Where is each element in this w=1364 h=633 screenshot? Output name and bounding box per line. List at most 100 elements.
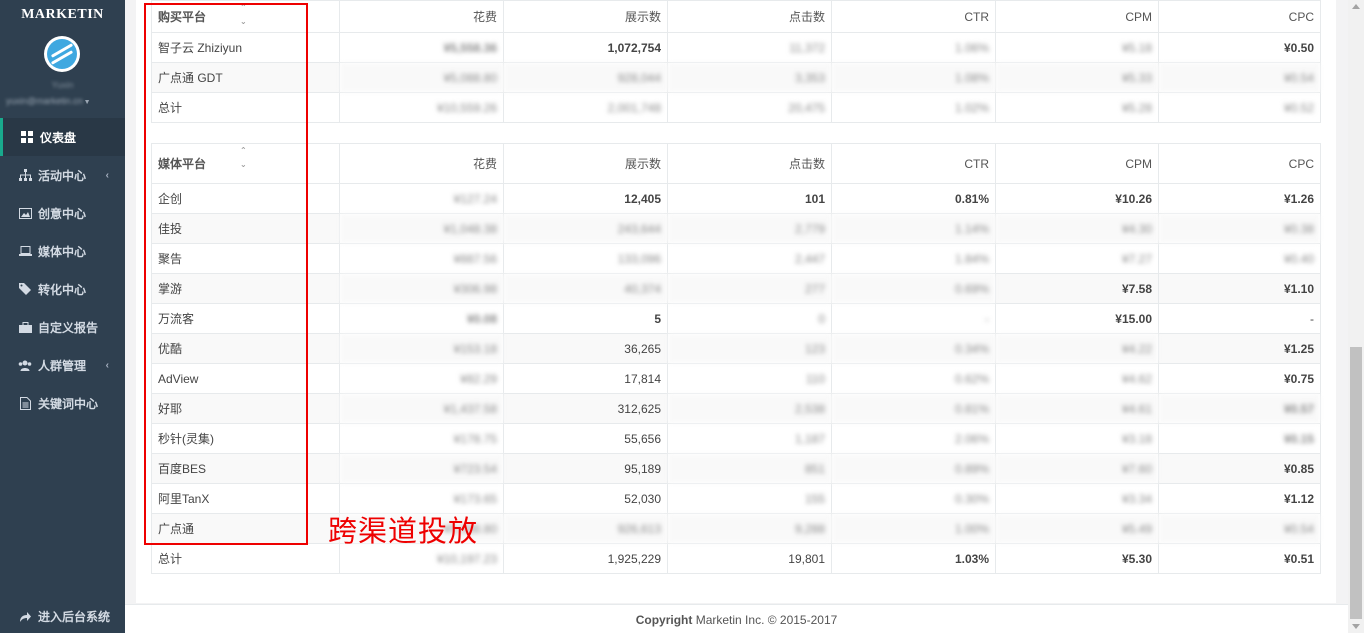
table-row[interactable]: 广点通 ¥5,088.80 926,613 9,288 1.00% ¥5.49 ¥0.54 [151, 513, 1321, 544]
sidebar-nav: 仪表盘活动中心 ‹ 创意中心媒体中心转化中心自定义报告人群管理 ‹ 关键词中心 [0, 118, 125, 422]
metric-cell: ¥5.18 [995, 32, 1159, 63]
sidebar-item-7[interactable]: 关键词中心 [0, 384, 125, 422]
report-panel: 购买平台 ⌃ ⌄ 花费 展示数 点击数 CTR CPM CPC 智子云 Zhiziyun ¥5,55… [136, 0, 1336, 603]
metric-cell: 0.89% [831, 453, 996, 484]
metric-cell: ¥3.34 [995, 483, 1159, 514]
sidebar-item-label: 转化中心 [38, 282, 87, 297]
sidebar-item-3[interactable]: 媒体中心 [0, 232, 125, 270]
sidebar-item-4[interactable]: 转化中心 [0, 270, 125, 308]
metric-cell: ¥0.54 [1158, 62, 1321, 93]
footer-text: Marketin Inc. © 2015-2017 [692, 613, 838, 627]
metric-cell: 851 [667, 453, 832, 484]
sidebar-item-0[interactable]: 仪表盘 [0, 118, 125, 156]
table-row[interactable]: 总计 ¥10,559.26 2,001,748 20,475 1.02% ¥5.28 ¥0.… [151, 92, 1321, 123]
metric-cell: ¥178.75 [339, 423, 504, 454]
table-row[interactable]: 秒针(灵集) ¥178.75 55,656 1,187 2.06% ¥3.18 ¥0.15 [151, 423, 1321, 454]
metric-cell: ¥1.12 [1158, 483, 1321, 514]
sidebar-item-label: 活动中心 [38, 168, 87, 183]
metric-cell: ¥4.22 [995, 333, 1159, 364]
column-header[interactable]: 花费 [339, 143, 504, 184]
column-header[interactable]: 花费 [339, 0, 504, 33]
column-header[interactable]: CTR [831, 0, 996, 33]
metric-cell: ¥5,558.36 [339, 32, 504, 63]
column-header[interactable]: CTR [831, 143, 996, 184]
metric-cell: ¥82.29 [339, 363, 504, 394]
table-row[interactable]: 百度BES ¥723.54 95,189 851 0.89% ¥7.60 ¥0.85 [151, 453, 1321, 484]
metric-cell: 2.06% [831, 423, 996, 454]
metric-cell: 110 [667, 363, 832, 394]
metric-cell: 0.34% [831, 333, 996, 364]
metric-cell: ¥10.26 [995, 183, 1159, 214]
column-header[interactable]: CPM [995, 0, 1159, 33]
column-header[interactable]: 点击数 [667, 143, 832, 184]
table-row[interactable]: 聚告 ¥887.56 133,096 2,447 1.84% ¥7.27 ¥0.40 [151, 243, 1321, 274]
metric-cell: 0 [667, 303, 832, 334]
metric-cell: ¥1,048.38 [339, 213, 504, 244]
metric-cell: 277 [667, 273, 832, 304]
column-header[interactable]: CPC [1158, 143, 1321, 184]
metric-cell: 0.81% [831, 183, 996, 214]
metric-cell: 20,475 [667, 92, 832, 123]
table-row[interactable]: 阿里TanX ¥173.65 52,030 155 0.30% ¥3.34 ¥1.12 [151, 483, 1321, 514]
metric-cell: ¥3.18 [995, 423, 1159, 454]
sidebar-item-label: 关键词中心 [38, 396, 99, 411]
metric-cell: ¥723.54 [339, 453, 504, 484]
metric-cell: 17,814 [503, 363, 668, 394]
brand-logo[interactable]: MARKETIN [0, 7, 125, 23]
column-header[interactable]: 点击数 [667, 0, 832, 33]
metric-cell: 40,374 [503, 273, 668, 304]
metric-cell: 0.69% [831, 273, 996, 304]
metric-cell: ¥10,559.26 [339, 92, 504, 123]
sidebar-item-1[interactable]: 活动中心 ‹ [0, 156, 125, 194]
sidebar-item-6[interactable]: 人群管理 ‹ [0, 346, 125, 384]
table-row[interactable]: 总计 ¥10,197.23 1,925,229 19,801 1.03% ¥5.30 ¥0.… [151, 543, 1321, 574]
column-header[interactable]: 展示数 [503, 0, 668, 33]
table-row[interactable]: 掌游 ¥306.98 40,374 277 0.69% ¥7.58 ¥1.10 [151, 273, 1321, 304]
table-row[interactable]: 广点通 GDT ¥5,088.80 928,044 3,353 1.08% ¥5.33 ¥0… [151, 62, 1321, 93]
metric-cell: 95,189 [503, 453, 668, 484]
sidebar-item-label: 创意中心 [38, 206, 87, 221]
purchase-platform-table: 购买平台 ⌃ ⌄ 花费 展示数 点击数 CTR CPM CPC 智子云 Zhiziyun ¥5,55… [151, 0, 1321, 123]
metric-cell: ¥0.40 [1158, 243, 1321, 274]
table-row[interactable]: 佳投 ¥1,048.38 243,644 2,779 1.14% ¥4.30 ¥0.38 [151, 213, 1321, 244]
table-header-row: 购买平台 ⌃ ⌄ 花费 展示数 点击数 CTR CPM CPC [151, 0, 1321, 33]
metric-cell: ¥0.50 [1158, 32, 1321, 63]
annotation-label: 跨渠道投放 [328, 514, 479, 548]
table-row[interactable]: 企创 ¥127.24 12,405 101 0.81% ¥10.26 ¥1.26 [151, 183, 1321, 214]
metric-cell: 12,405 [503, 183, 668, 214]
metric-cell: ¥1.10 [1158, 273, 1321, 304]
scrollbar[interactable] [1348, 0, 1364, 633]
metric-cell: 926,613 [503, 513, 668, 544]
file-text-icon [18, 396, 32, 410]
metric-cell: ¥4.30 [995, 213, 1159, 244]
metric-cell: 3,353 [667, 62, 832, 93]
metric-cell: 1.14% [831, 213, 996, 244]
sidebar-item-label: 人群管理 [38, 358, 87, 373]
column-header[interactable]: 展示数 [503, 143, 668, 184]
column-header[interactable]: CPC [1158, 0, 1321, 33]
user-menu-toggle[interactable]: yuxin@marketin.cn▼ [6, 96, 91, 106]
table-row[interactable]: 万流客 ¥0.08 5 0- ¥15.00- [151, 303, 1321, 334]
avatar[interactable] [44, 36, 80, 72]
back-system-link[interactable]: 进入后台系统 [18, 608, 110, 625]
metric-cell: 11,372 [667, 32, 832, 63]
scroll-thumb[interactable] [1350, 347, 1362, 619]
table-row[interactable]: AdView ¥82.29 17,814 110 0.62% ¥4.62 ¥0.75 [151, 363, 1321, 394]
platform-name-cell: 总计 [151, 543, 340, 574]
sidebar-item-2[interactable]: 创意中心 [0, 194, 125, 232]
column-header[interactable]: CPM [995, 143, 1159, 184]
metric-cell: ¥1.26 [1158, 183, 1321, 214]
table-row[interactable]: 优酷 ¥153.18 36,265 123 0.34% ¥4.22 ¥1.25 [151, 333, 1321, 364]
metric-cell: 1,925,229 [503, 543, 668, 574]
sidebar-item-label: 仪表盘 [40, 130, 77, 145]
metric-cell: ¥153.18 [339, 333, 504, 364]
sidebar-item-5[interactable]: 自定义报告 [0, 308, 125, 346]
back-system-label: 进入后台系统 [38, 610, 111, 624]
table-row[interactable]: 智子云 Zhiziyun ¥5,558.36 1,072,754 11,372 1.06… [151, 32, 1321, 63]
metric-cell: 2,001,748 [503, 92, 668, 123]
table-row[interactable]: 好耶 ¥1,437.58 312,625 2,538 0.81% ¥4.61 ¥0.57 [151, 393, 1321, 424]
metric-cell: 1.02% [831, 92, 996, 123]
sidebar-item-label: 自定义报告 [38, 320, 99, 335]
scroll-down-icon[interactable] [1352, 624, 1360, 629]
scroll-up-icon[interactable] [1352, 4, 1360, 9]
